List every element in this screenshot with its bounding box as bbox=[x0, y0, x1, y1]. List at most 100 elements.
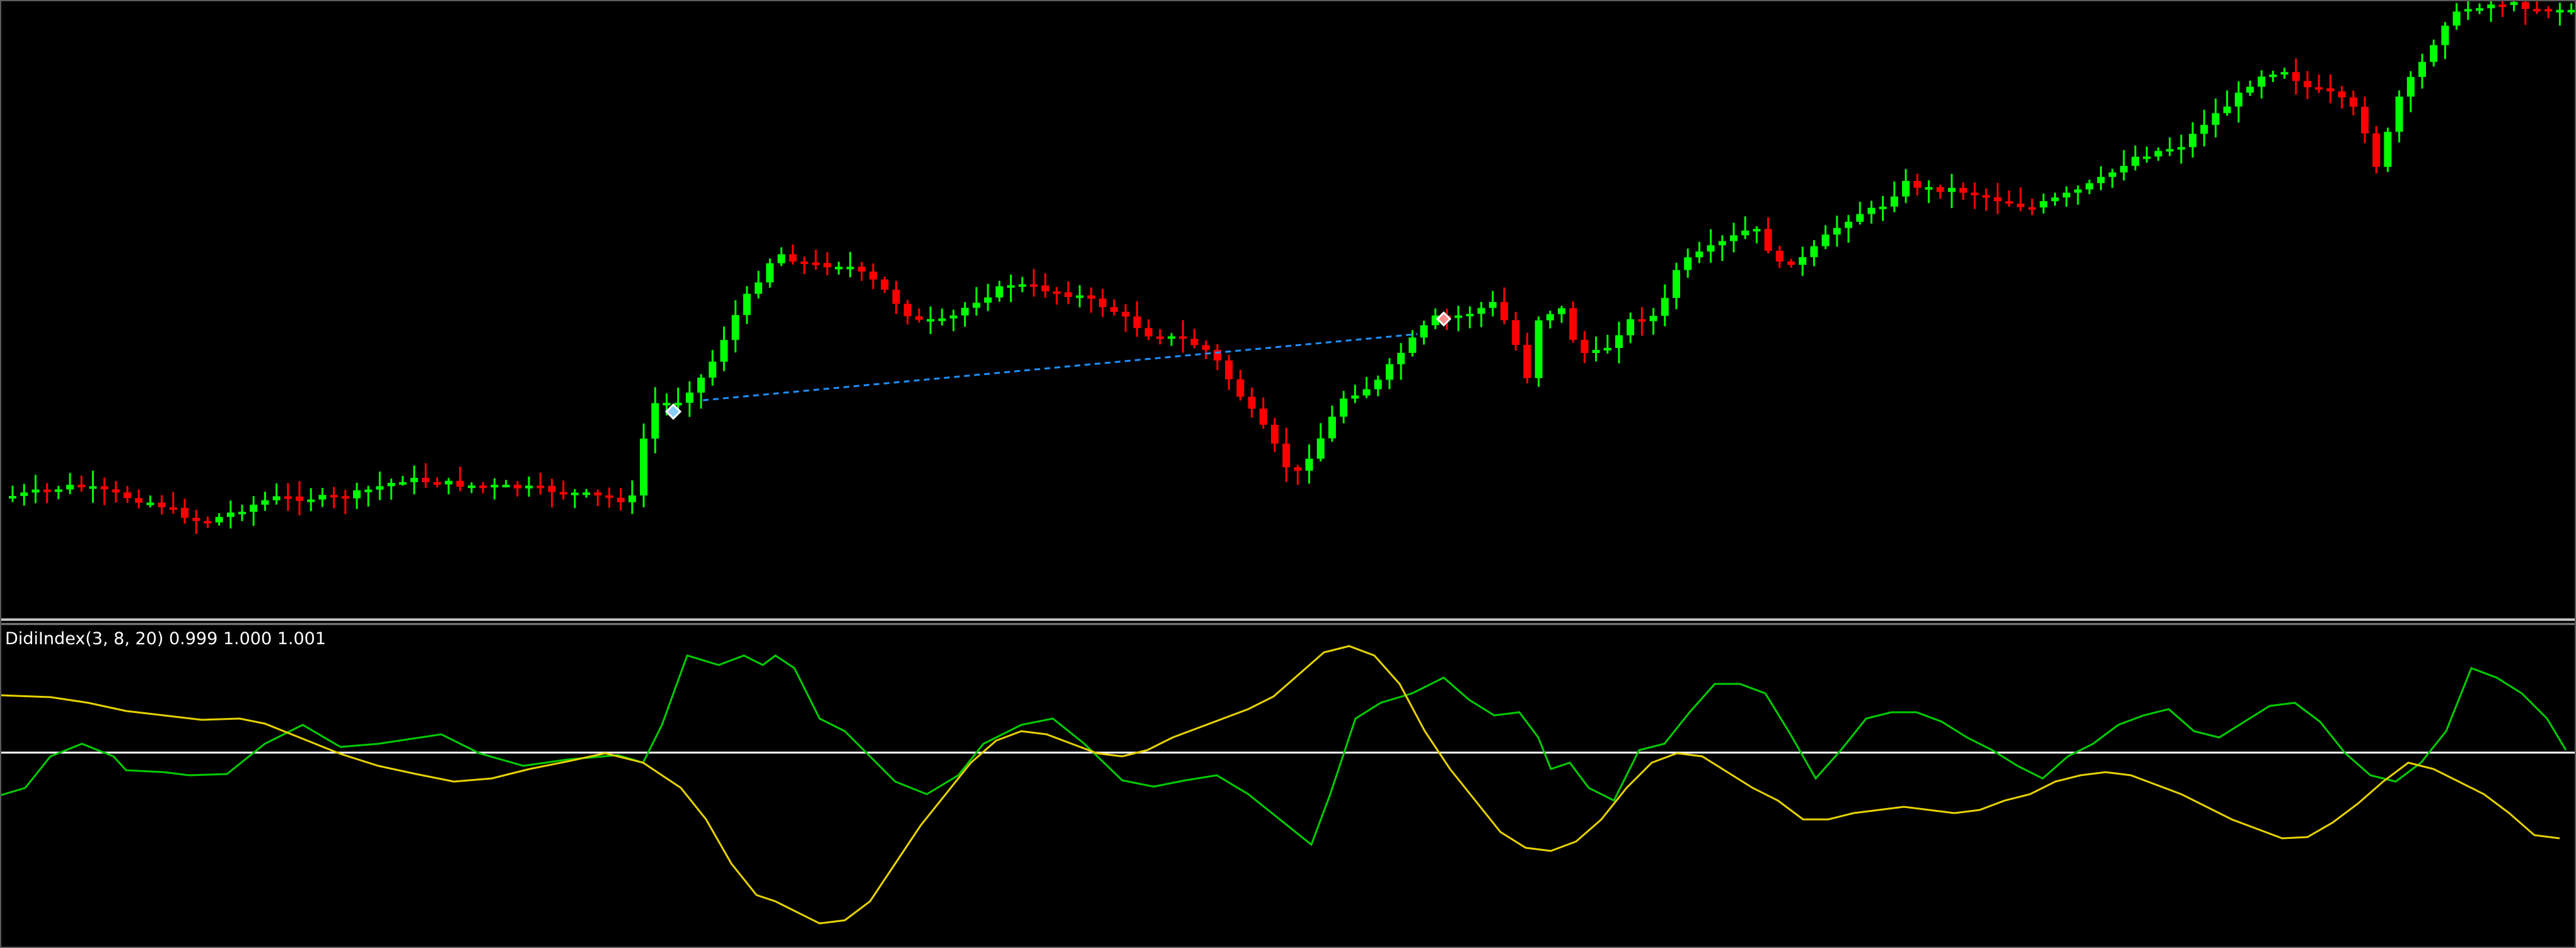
candle-body bbox=[502, 485, 510, 488]
candle-body bbox=[1787, 261, 1795, 265]
candle-body bbox=[1053, 291, 1061, 294]
candle-body bbox=[1695, 251, 1703, 258]
candle-body bbox=[1030, 284, 1038, 287]
candle-body bbox=[938, 318, 946, 321]
price-candles bbox=[9, 0, 2575, 535]
candle-body bbox=[1707, 245, 1715, 252]
candle-body bbox=[20, 492, 28, 496]
trendline[interactable] bbox=[702, 333, 1418, 402]
candle-body bbox=[2372, 133, 2381, 167]
candle-body bbox=[915, 316, 923, 320]
candle-body bbox=[1408, 337, 1417, 353]
candle-body bbox=[2269, 74, 2277, 78]
candle-body bbox=[1741, 230, 1749, 236]
candle-body bbox=[2189, 134, 2196, 147]
candle-body bbox=[537, 485, 545, 488]
candle-body bbox=[398, 482, 407, 485]
candle-body bbox=[353, 490, 361, 499]
candle-body bbox=[1488, 302, 1497, 308]
candle-body bbox=[869, 271, 877, 280]
candle-body bbox=[800, 261, 808, 264]
candle-body bbox=[1775, 250, 1784, 262]
candle-body bbox=[2441, 25, 2449, 45]
candle-body bbox=[903, 304, 912, 316]
candle-body bbox=[54, 489, 62, 492]
candle-body bbox=[2223, 106, 2231, 113]
candle-body bbox=[2567, 9, 2575, 13]
candle-body bbox=[663, 403, 671, 406]
candle-body bbox=[720, 340, 728, 362]
candle-body bbox=[1684, 257, 1692, 270]
candle-body bbox=[433, 482, 441, 485]
candle-body bbox=[410, 478, 418, 482]
candle-body bbox=[1615, 335, 1623, 349]
candle-body bbox=[238, 511, 246, 514]
candle-body bbox=[272, 496, 281, 500]
candle-body bbox=[605, 495, 613, 498]
candle-body bbox=[1110, 307, 1118, 312]
candle-body bbox=[2521, 2, 2529, 9]
candle-body bbox=[1592, 350, 1600, 353]
candle-body bbox=[892, 289, 900, 304]
candle-body bbox=[513, 485, 521, 488]
candle-body bbox=[1156, 336, 1164, 339]
candle-body bbox=[1959, 188, 1967, 193]
candle-body bbox=[2326, 88, 2335, 91]
candle-body bbox=[9, 495, 16, 499]
candle-body bbox=[2039, 201, 2048, 208]
candle-body bbox=[1374, 379, 1382, 390]
candle-body bbox=[1144, 328, 1152, 337]
candle-body bbox=[261, 500, 269, 505]
sell-arrow-icon[interactable] bbox=[1436, 311, 1452, 327]
candle-body bbox=[112, 489, 120, 493]
candle-body bbox=[1386, 364, 1393, 380]
chart-window[interactable]: DidiIndex(3, 8, 20) 0.999 1.000 1.001 bbox=[0, 0, 2576, 948]
candle-body bbox=[204, 521, 212, 524]
candle-body bbox=[961, 308, 969, 316]
candle-body bbox=[995, 286, 1004, 298]
candle-body bbox=[583, 492, 590, 495]
candle-body bbox=[628, 495, 636, 502]
candle-body bbox=[2120, 166, 2128, 173]
candle-body bbox=[1225, 360, 1233, 379]
candle-body bbox=[2464, 9, 2472, 12]
candle-body bbox=[1328, 416, 1336, 439]
candle-body bbox=[181, 507, 189, 518]
candle-body bbox=[651, 403, 659, 439]
candle-body bbox=[2418, 62, 2426, 78]
candle-body bbox=[1477, 308, 1485, 314]
candle-body bbox=[1076, 295, 1084, 298]
candle-body bbox=[226, 512, 235, 517]
candle-body bbox=[1202, 345, 1210, 350]
candle-body bbox=[2212, 113, 2220, 125]
candle-body bbox=[1627, 319, 1635, 335]
candle-body bbox=[1236, 379, 1244, 397]
candle-body bbox=[1845, 221, 1852, 228]
candle-body bbox=[857, 267, 866, 272]
candle-body bbox=[2361, 107, 2369, 134]
candle-body bbox=[2556, 9, 2564, 13]
candle-body bbox=[2062, 192, 2070, 198]
candle-body bbox=[1603, 348, 1611, 351]
candle-body bbox=[559, 492, 567, 495]
candle-body bbox=[2246, 86, 2254, 93]
candle-body bbox=[1500, 302, 1508, 321]
candle-body bbox=[1087, 295, 1095, 299]
candle-body bbox=[2476, 8, 2483, 11]
candle-body bbox=[1420, 325, 1428, 338]
candle-body bbox=[2074, 189, 2082, 193]
candle-body bbox=[78, 485, 86, 488]
candle-body bbox=[2533, 9, 2541, 12]
candle-body bbox=[100, 486, 108, 490]
candle-body bbox=[640, 438, 647, 496]
candle-body bbox=[709, 361, 717, 378]
candle-body bbox=[1271, 424, 1279, 444]
candle-body bbox=[2005, 201, 2013, 204]
chart-canvas[interactable] bbox=[0, 0, 2576, 948]
candle-body bbox=[1649, 315, 1657, 321]
candle-body bbox=[594, 492, 602, 495]
candle-body bbox=[1753, 229, 1761, 232]
candle-body bbox=[1018, 284, 1026, 287]
candle-body bbox=[307, 499, 315, 502]
candle-body bbox=[685, 392, 693, 403]
